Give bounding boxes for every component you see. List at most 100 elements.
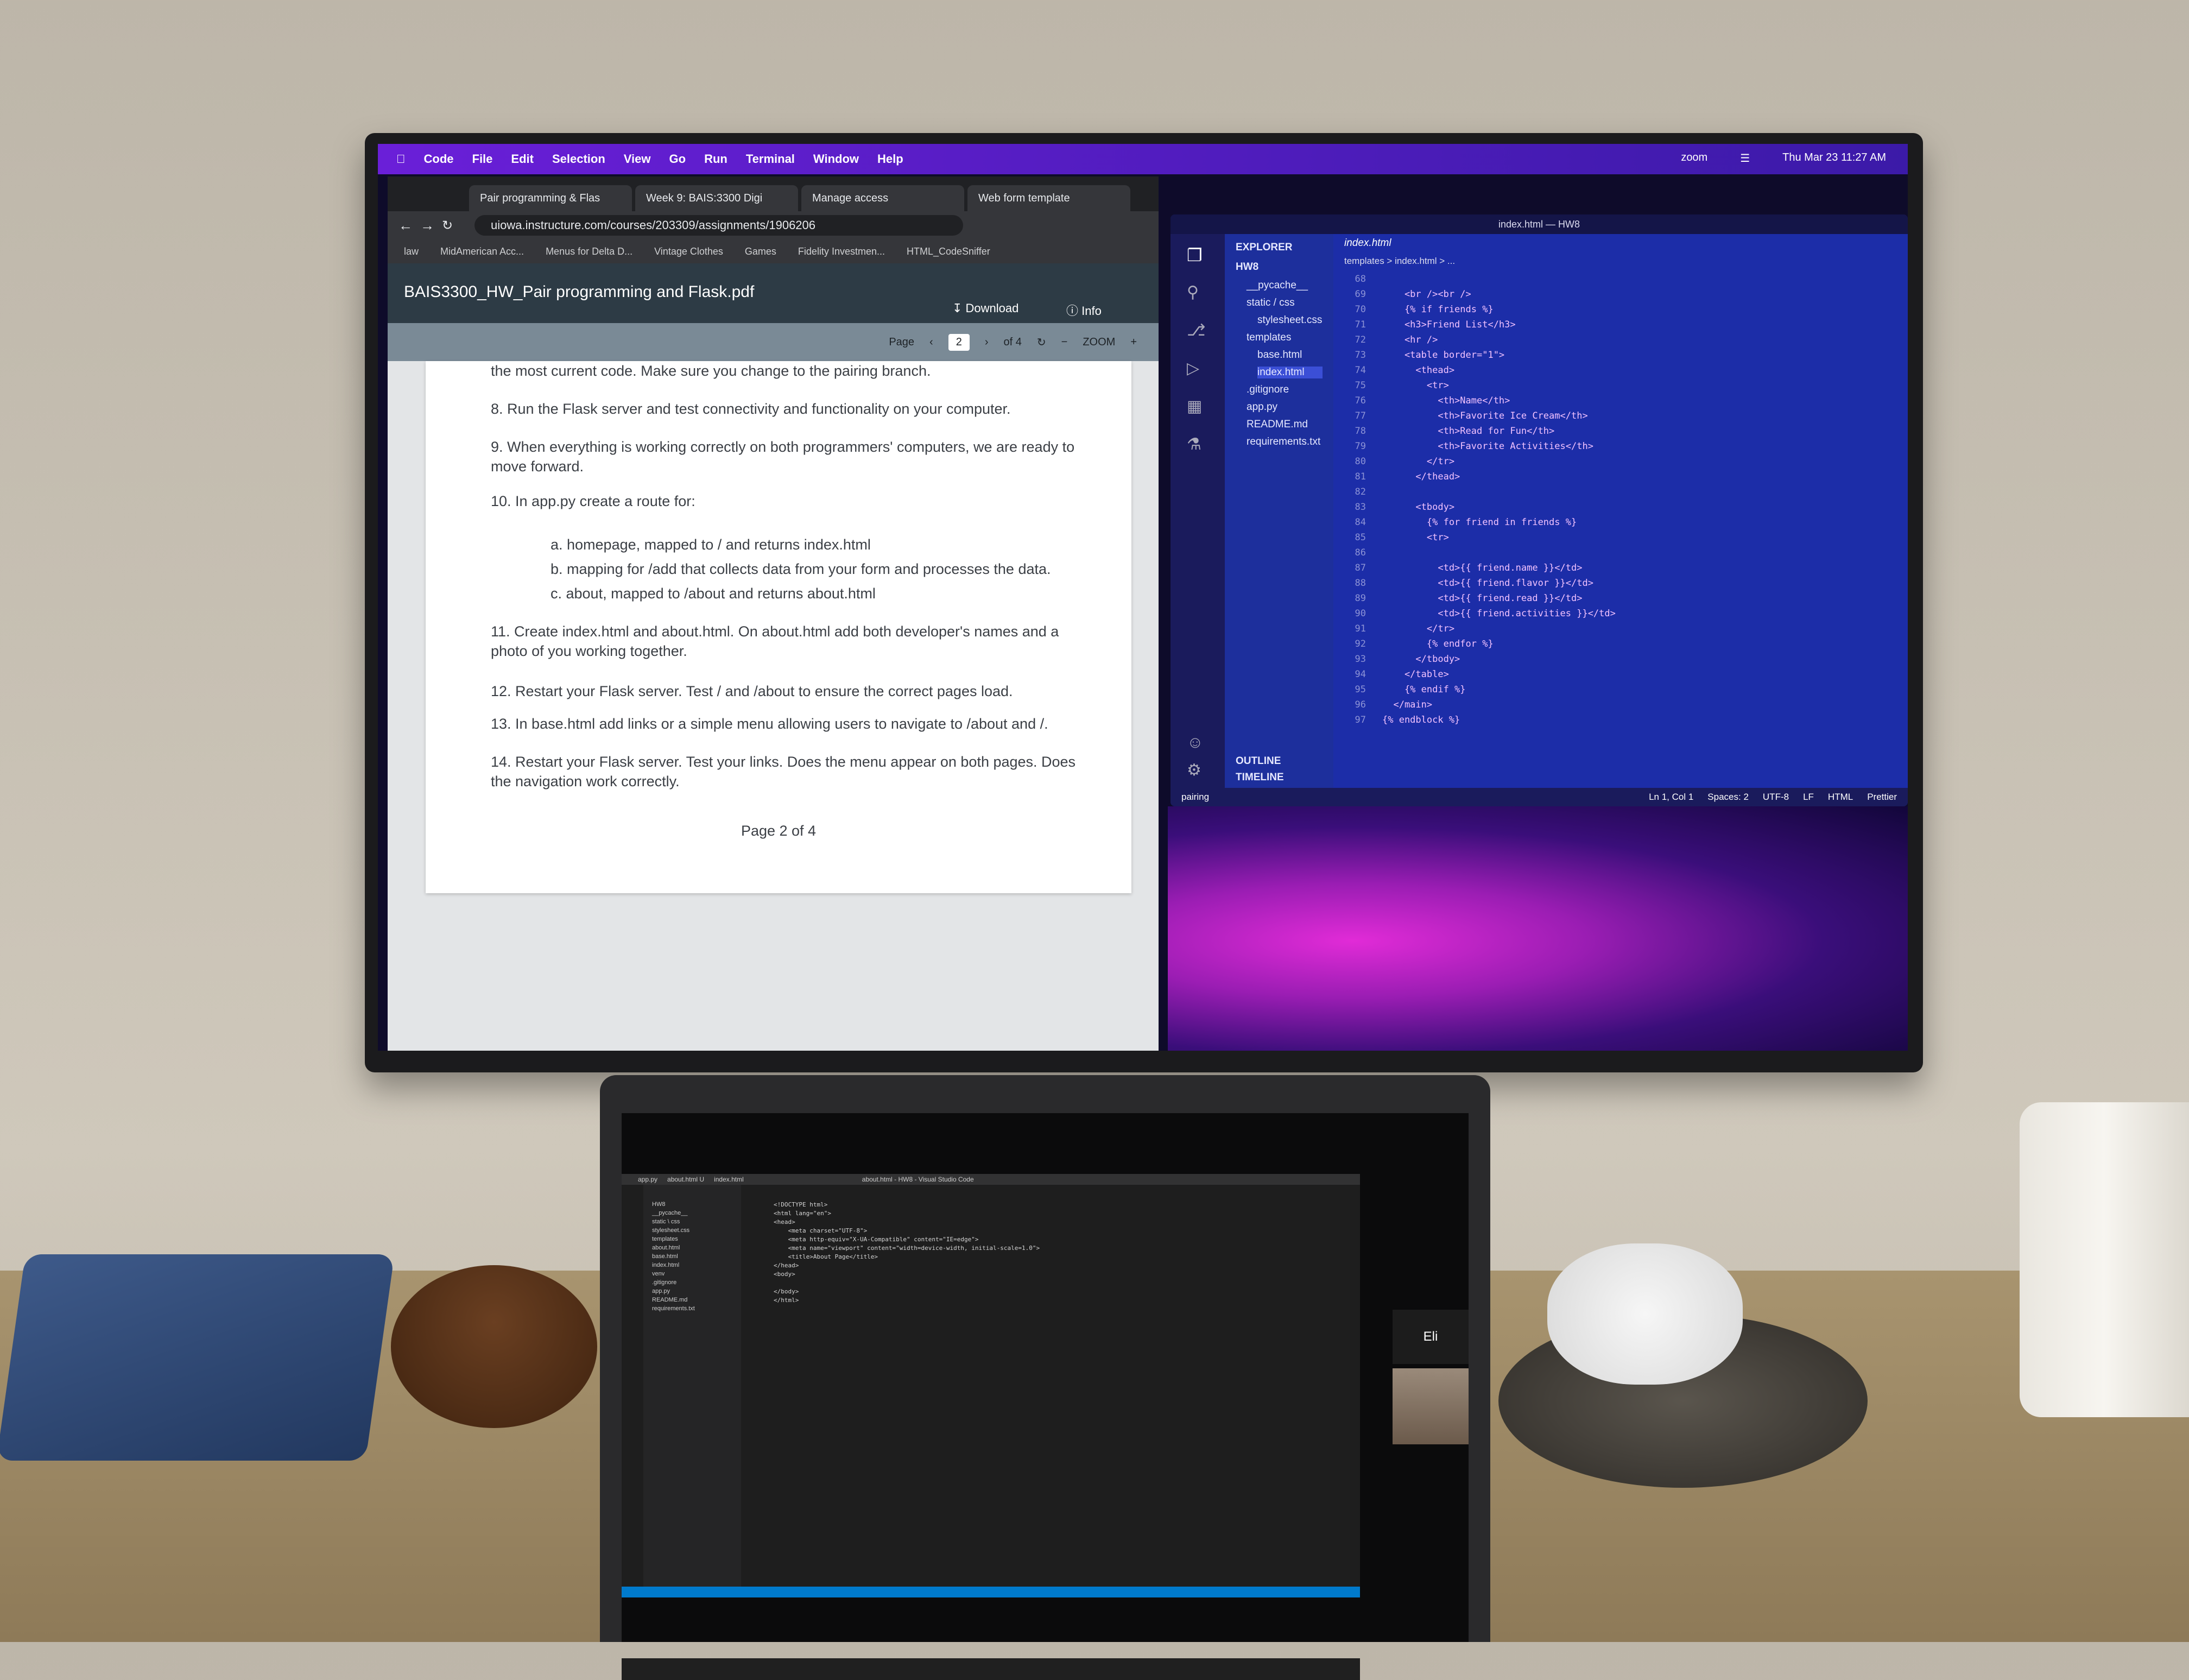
wifi-icon[interactable]: ☰: [1740, 151, 1750, 165]
line-text: <table border="1">: [1382, 350, 1505, 361]
monitor-screen:  Code File Edit Selection View Go Run T…: [378, 144, 1908, 1051]
laptop-file-item[interactable]: templates: [652, 1236, 678, 1242]
laptop-file-item[interactable]: about.html: [652, 1245, 680, 1251]
status-bar: pairing Ln 1, Col 1 Spaces: 2 UTF-8 LF H…: [1171, 788, 1908, 806]
file-item[interactable]: static / css: [1247, 297, 1295, 309]
file-item[interactable]: __pycache__: [1247, 280, 1308, 292]
laptop-file-item[interactable]: index.html: [652, 1262, 679, 1268]
menu-selection[interactable]: Selection: [552, 152, 605, 166]
laptop-file-item[interactable]: requirements.txt: [652, 1305, 695, 1312]
browser-tab[interactable]: Pair programming & Flas: [469, 185, 632, 211]
page-number-input[interactable]: 2: [948, 333, 970, 351]
search-icon[interactable]: ⚲: [1187, 283, 1199, 302]
page-footer: Page 2 of 4: [741, 823, 817, 839]
laptop-code-editor[interactable]: <!DOCTYPE html> <html lang="en"> <head> <m…: [741, 1185, 1360, 1587]
pdf-substep: c. about, mapped to /about and returns a…: [551, 585, 876, 602]
back-icon[interactable]: ←: [398, 217, 413, 234]
status-item[interactable]: HTML: [1828, 792, 1853, 803]
laptop-file-item[interactable]: README.md: [652, 1297, 687, 1303]
file-item[interactable]: .gitignore: [1247, 384, 1289, 396]
laptop-file-item[interactable]: __pycache__: [652, 1210, 687, 1216]
status-item[interactable]: UTF-8: [1763, 792, 1789, 803]
rotate-icon[interactable]: ↻: [1037, 336, 1046, 349]
file-item[interactable]: README.md: [1247, 419, 1308, 431]
file-item[interactable]: base.html: [1257, 349, 1302, 361]
zoom-in-icon[interactable]: +: [1130, 336, 1137, 349]
menubar-app-name[interactable]: Code: [424, 152, 454, 166]
line-text: {% endif %}: [1382, 684, 1466, 695]
line-number: 77: [1355, 410, 1366, 421]
source-control-icon[interactable]: ⎇: [1187, 321, 1206, 340]
laptop-tab[interactable]: app.py: [638, 1176, 657, 1183]
zoom-out-icon[interactable]: −: [1061, 336, 1068, 349]
files-icon[interactable]: ❐: [1187, 245, 1203, 266]
menu-window[interactable]: Window: [813, 152, 859, 166]
line-text: <thead>: [1382, 365, 1455, 376]
menu-run[interactable]: Run: [704, 152, 727, 166]
menu-go[interactable]: Go: [669, 152, 686, 166]
pdf-viewer[interactable]: the most current code. Make sure you cha…: [388, 361, 1159, 1051]
info-button[interactable]: ⓘ Info: [1066, 301, 1102, 319]
laptop-file-item[interactable]: venv: [652, 1271, 665, 1277]
bookmark[interactable]: Fidelity Investmen...: [798, 246, 885, 257]
browser-tab[interactable]: Web form template: [967, 185, 1130, 211]
account-icon[interactable]: ☺: [1187, 734, 1204, 752]
status-item[interactable]: LF: [1803, 792, 1814, 803]
file-item-selected[interactable]: index.html: [1257, 367, 1323, 378]
laptop-code-line: <body>: [774, 1271, 795, 1278]
folder-hw8[interactable]: HW8: [1236, 261, 1258, 273]
laptop-file-item[interactable]: HW8: [652, 1201, 665, 1208]
breadcrumb[interactable]: templates > index.html > ...: [1344, 256, 1455, 267]
bookmark[interactable]: MidAmerican Acc...: [440, 246, 524, 257]
status-item[interactable]: Ln 1, Col 1: [1649, 792, 1693, 803]
menu-file[interactable]: File: [472, 152, 493, 166]
pdf-text: the most current code. Make sure you cha…: [491, 363, 931, 379]
prev-page-icon[interactable]: ‹: [929, 336, 933, 349]
file-item[interactable]: requirements.txt: [1247, 436, 1320, 448]
testing-icon[interactable]: ⚗: [1187, 435, 1201, 454]
run-debug-icon[interactable]: ▷: [1187, 359, 1199, 378]
branch-indicator[interactable]: pairing: [1181, 792, 1209, 803]
line-number: 74: [1355, 365, 1366, 376]
laptop-tab[interactable]: about.html U: [667, 1176, 704, 1183]
laptop-file-item[interactable]: .gitignore: [652, 1279, 676, 1286]
timeline-section[interactable]: TIMELINE: [1236, 772, 1284, 784]
menu-help[interactable]: Help: [877, 152, 903, 166]
clock[interactable]: Thu Mar 23 11:27 AM: [1782, 151, 1886, 165]
laptop-tab[interactable]: index.html: [714, 1176, 744, 1183]
settings-icon[interactable]: ⚙: [1187, 761, 1201, 780]
browser-tab[interactable]: Manage access: [801, 185, 964, 211]
reload-icon[interactable]: ↻: [442, 218, 453, 233]
outline-section[interactable]: OUTLINE: [1236, 755, 1281, 767]
laptop-file-item[interactable]: app.py: [652, 1288, 670, 1294]
laptop-file-item[interactable]: base.html: [652, 1253, 678, 1260]
menu-terminal[interactable]: Terminal: [746, 152, 795, 166]
address-bar[interactable]: uiowa.instructure.com/courses/203309/ass…: [475, 215, 963, 236]
file-item[interactable]: stylesheet.css: [1257, 314, 1322, 326]
status-item[interactable]: Prettier: [1867, 792, 1897, 803]
zoom-status[interactable]: zoom: [1681, 151, 1707, 165]
status-item[interactable]: Spaces: 2: [1707, 792, 1749, 803]
browser-tab[interactable]: Week 9: BAIS:3300 Digi: [635, 185, 798, 211]
editor-tab[interactable]: index.html: [1344, 237, 1391, 249]
line-number: 92: [1355, 639, 1366, 649]
download-button[interactable]: ↧ Download: [952, 301, 1018, 315]
file-item[interactable]: templates: [1247, 332, 1291, 344]
menu-view[interactable]: View: [624, 152, 651, 166]
bookmark[interactable]: Games: [745, 246, 776, 257]
code-editor[interactable]: index.html templates > index.html > ... …: [1333, 234, 1908, 788]
forward-icon[interactable]: →: [420, 217, 434, 234]
bookmark[interactable]: HTML_CodeSniffer: [907, 246, 990, 257]
extensions-icon[interactable]: ▦: [1187, 397, 1202, 416]
line-text: </tbody>: [1382, 654, 1460, 665]
bookmark[interactable]: law: [404, 246, 419, 257]
laptop-file-item[interactable]: static \ css: [652, 1218, 680, 1225]
menu-edit[interactable]: Edit: [511, 152, 534, 166]
pdf-substep: a. homepage, mapped to / and returns ind…: [551, 536, 871, 553]
apple-icon[interactable]: : [396, 152, 406, 166]
file-item[interactable]: app.py: [1247, 401, 1277, 413]
next-page-icon[interactable]: ›: [985, 336, 989, 349]
laptop-file-item[interactable]: stylesheet.css: [652, 1227, 689, 1234]
bookmark[interactable]: Menus for Delta D...: [546, 246, 632, 257]
bookmark[interactable]: Vintage Clothes: [654, 246, 723, 257]
